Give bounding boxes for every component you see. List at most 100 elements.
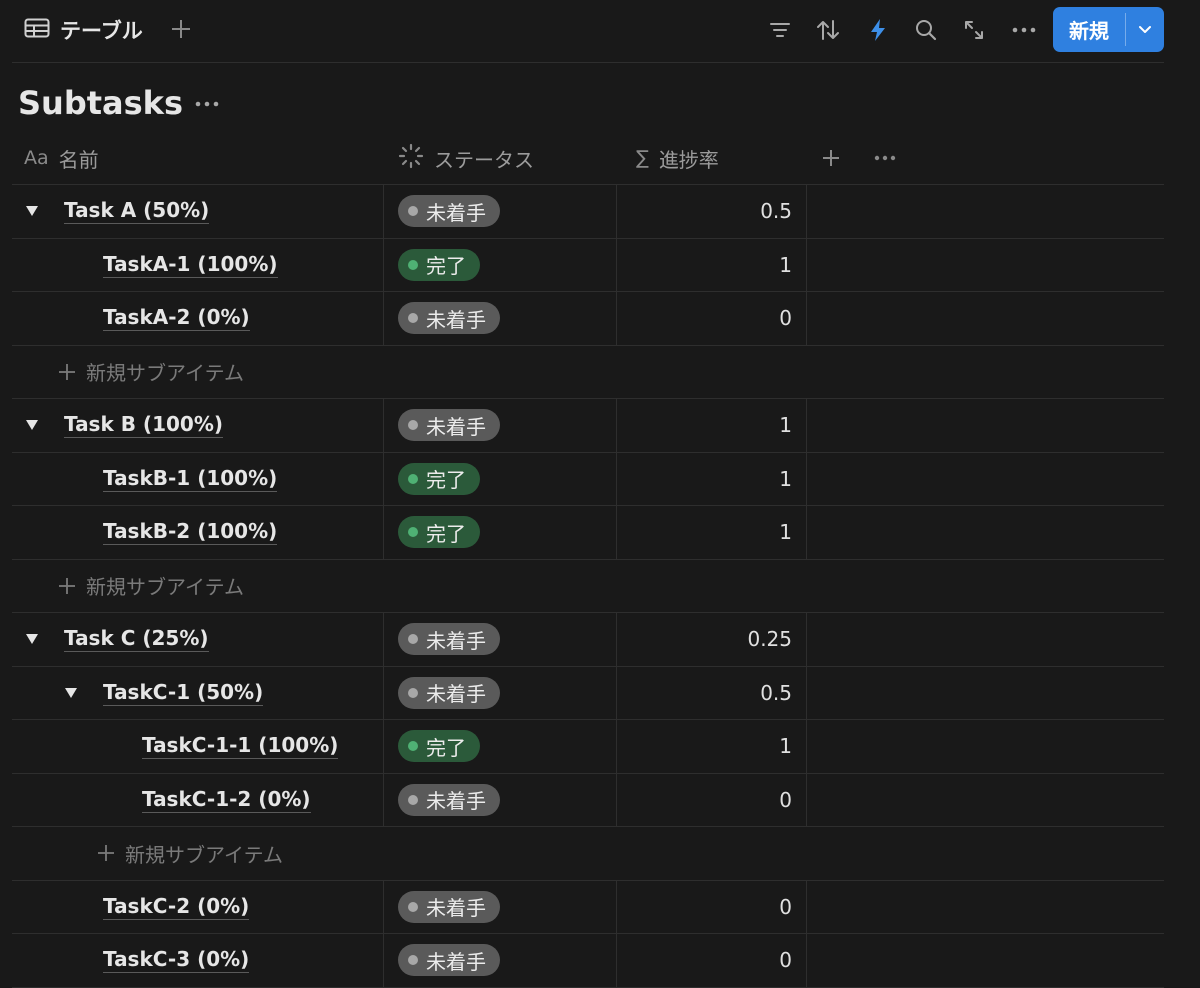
name-cell: Task C (25%): [12, 613, 384, 666]
name-cell: TaskB-2 (100%): [12, 506, 384, 559]
row-title[interactable]: Task C (25%): [64, 613, 209, 666]
progress-cell[interactable]: 1: [618, 238, 807, 291]
name-cell: TaskC-1 (50%): [12, 666, 384, 720]
row-title[interactable]: Task A (50%): [64, 185, 210, 238]
status-badge[interactable]: 未着手: [398, 676, 500, 709]
row-title[interactable]: TaskB-1 (100%): [103, 453, 278, 506]
row-title-text: TaskB-2 (100%): [103, 519, 278, 546]
status-cell[interactable]: 未着手: [385, 613, 617, 666]
column-header-status[interactable]: ステータス: [398, 132, 534, 184]
expand-toggle[interactable]: [59, 667, 83, 720]
sort-button[interactable]: [812, 14, 844, 46]
row-title[interactable]: TaskC-1-2 (0%): [142, 774, 311, 827]
progress-cell[interactable]: 1: [618, 720, 807, 773]
status-cell[interactable]: 完了: [385, 506, 617, 559]
row-title-text: TaskC-1 (50%): [103, 679, 264, 706]
row-title[interactable]: Task B (100%): [64, 399, 224, 452]
row-title-text: TaskA-2 (0%): [103, 305, 250, 332]
status-badge[interactable]: 完了: [398, 730, 480, 763]
expand-toggle[interactable]: [20, 185, 44, 238]
expand-toggle[interactable]: [20, 399, 44, 452]
toolbar-divider: [12, 62, 1164, 63]
progress-cell[interactable]: 0.5: [618, 185, 807, 238]
status-badge[interactable]: 未着手: [398, 944, 500, 977]
progress-cell[interactable]: 0.25: [618, 613, 807, 666]
progress-cell[interactable]: 1: [618, 506, 807, 559]
row-title[interactable]: TaskA-1 (100%): [103, 239, 278, 292]
database-title[interactable]: Subtasks: [18, 84, 183, 122]
status-cell[interactable]: 未着手: [385, 773, 617, 826]
expand-toggle[interactable]: [20, 613, 44, 666]
add-property-button[interactable]: [822, 132, 840, 184]
filter-button[interactable]: [764, 14, 796, 46]
status-cell[interactable]: 完了: [385, 720, 617, 773]
column-header-label: 進捗率: [658, 147, 719, 172]
database-toolbar: テーブル 新規: [0, 0, 1200, 62]
progress-cell[interactable]: 0: [618, 773, 807, 826]
status-cell[interactable]: 未着手: [385, 185, 617, 238]
new-button-dropdown[interactable]: [1126, 7, 1164, 52]
status-badge[interactable]: 未着手: [398, 195, 500, 228]
row-title[interactable]: TaskA-2 (0%): [103, 292, 250, 345]
status-label: 未着手: [426, 896, 486, 921]
status-badge[interactable]: 未着手: [398, 890, 500, 923]
name-cell: TaskC-3 (0%): [12, 934, 384, 987]
status-cell[interactable]: 未着手: [385, 934, 617, 987]
progress-cell[interactable]: 0: [618, 292, 807, 345]
column-header-name[interactable]: Aa 名前: [24, 132, 99, 184]
expand-button[interactable]: [958, 14, 990, 46]
plus-icon: [59, 577, 75, 594]
search-icon: [916, 20, 937, 41]
status-cell[interactable]: 未着手: [385, 666, 617, 719]
add-subitem-button[interactable]: 新規サブアイテム: [58, 560, 244, 613]
view-tab-table[interactable]: テーブル: [24, 14, 143, 46]
status-cell[interactable]: 完了: [385, 238, 617, 291]
sort-icon: [817, 20, 839, 40]
status-badge[interactable]: 未着手: [398, 409, 500, 442]
add-subitem-button[interactable]: 新規サブアイテム: [97, 827, 283, 880]
row-title[interactable]: TaskC-1-1 (100%): [142, 720, 339, 773]
new-button[interactable]: 新規: [1053, 7, 1125, 52]
progress-cell[interactable]: 1: [618, 399, 807, 452]
more-options-button[interactable]: [1008, 14, 1040, 46]
status-badge[interactable]: 完了: [398, 516, 480, 549]
status-dot-icon: [408, 794, 418, 805]
status-dot-icon: [408, 527, 418, 538]
table-row: TaskB-2 (100%) 完了 1: [12, 506, 1164, 560]
progress-cell[interactable]: 0.5: [618, 666, 807, 719]
status-cell[interactable]: 完了: [385, 452, 617, 505]
status-label: 未着手: [426, 628, 486, 653]
triangle-down-icon: [26, 634, 38, 645]
title-options-button[interactable]: [192, 92, 222, 116]
table-row: TaskA-1 (100%) 完了 1: [12, 238, 1164, 292]
header-more-button[interactable]: [874, 132, 896, 184]
automation-button[interactable]: [862, 14, 894, 46]
progress-cell[interactable]: 0: [618, 934, 807, 987]
status-cell[interactable]: 未着手: [385, 399, 617, 452]
status-cell[interactable]: 未着手: [385, 880, 617, 933]
table-body: Task A (50%) 未着手 0.5 TaskA-1 (100%) 完了 1 TaskA…: [12, 185, 1164, 988]
status-label: 未着手: [426, 200, 486, 225]
table-row: Task A (50%) 未着手 0.5: [12, 185, 1164, 239]
triangle-down-icon: [26, 206, 38, 217]
status-badge[interactable]: 未着手: [398, 623, 500, 656]
row-title[interactable]: TaskB-2 (100%): [103, 506, 278, 559]
column-header-progress[interactable]: ∑ 進捗率: [636, 132, 719, 184]
row-title[interactable]: TaskC-2 (0%): [103, 881, 250, 934]
status-badge[interactable]: 未着手: [398, 783, 500, 816]
table-header: Aa 名前 ステータス ∑ 進捗率: [12, 132, 1164, 185]
add-view-button[interactable]: [168, 14, 194, 44]
status-label: 完了: [426, 521, 466, 546]
row-title-text: Task A (50%): [64, 198, 210, 225]
row-title[interactable]: TaskC-1 (50%): [103, 667, 264, 720]
row-title[interactable]: TaskC-3 (0%): [103, 934, 250, 987]
status-badge[interactable]: 完了: [398, 462, 480, 495]
search-button[interactable]: [910, 14, 942, 46]
status-badge[interactable]: 未着手: [398, 302, 500, 335]
progress-cell[interactable]: 0: [618, 880, 807, 933]
status-badge[interactable]: 完了: [398, 248, 480, 281]
progress-cell[interactable]: 1: [618, 452, 807, 505]
status-cell[interactable]: 未着手: [385, 292, 617, 345]
new-button-group: 新規: [1053, 7, 1164, 52]
add-subitem-button[interactable]: 新規サブアイテム: [58, 346, 244, 399]
